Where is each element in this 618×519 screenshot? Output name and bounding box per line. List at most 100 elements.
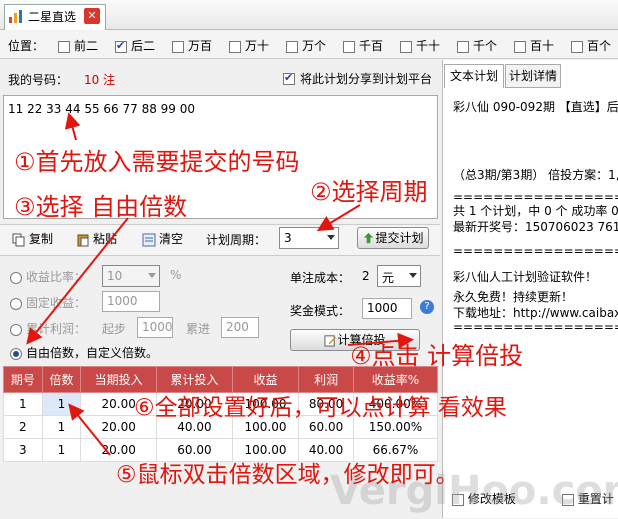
annotation-6: ⑤鼠标双击倍数区域，修改即可。 bbox=[116, 462, 459, 488]
step-label: 累进 bbox=[186, 322, 211, 336]
position-option-1[interactable]: 后二 bbox=[115, 37, 155, 54]
tab-title: 二星直选 bbox=[28, 10, 77, 24]
position-option-label: 百十 bbox=[530, 39, 555, 53]
position-checkbox[interactable] bbox=[115, 39, 127, 53]
unit-value: 元 bbox=[382, 271, 395, 285]
free-label: 自由倍数，自定义倍数。 bbox=[26, 346, 159, 360]
position-option-label: 万百 bbox=[188, 39, 213, 53]
position-checkbox[interactable] bbox=[229, 40, 241, 53]
table-cell: 3 bbox=[3, 438, 43, 462]
plan-text-line: 彩八仙人工计划验证软件！ bbox=[453, 270, 598, 284]
annotation-3: ③选择 自由倍数 bbox=[14, 193, 188, 221]
position-option-label: 万个 bbox=[302, 39, 327, 53]
submit-plan-button[interactable]: 提交计划 bbox=[357, 227, 429, 249]
plan-text-line: =================== bbox=[453, 244, 618, 258]
position-checkbox[interactable] bbox=[286, 40, 298, 53]
position-option-2[interactable]: 万百 bbox=[172, 37, 212, 54]
cumulative-label: 累计利润： bbox=[26, 322, 87, 336]
free-radio[interactable] bbox=[10, 347, 22, 360]
position-checkbox[interactable] bbox=[571, 40, 583, 53]
annotation-2: ②选择周期 bbox=[310, 178, 428, 206]
number-count: 10 注 bbox=[84, 73, 116, 87]
cumulative-option[interactable]: 累计利润： bbox=[10, 320, 86, 337]
close-icon[interactable]: ✕ bbox=[84, 8, 100, 24]
column-header: 期号 bbox=[3, 366, 43, 393]
plan-text-line: 共 1 个计划，中 0 个 成功率 0 bbox=[453, 204, 618, 218]
paste-button[interactable]: 粘贴 bbox=[76, 230, 117, 247]
position-option-0[interactable]: 前二 bbox=[58, 37, 98, 54]
fixed-label: 固定收益： bbox=[26, 296, 87, 310]
chevron-down-icon bbox=[327, 235, 335, 240]
position-option-label: 万十 bbox=[245, 39, 270, 53]
fixed-radio[interactable] bbox=[10, 297, 22, 310]
position-option-label: 千十 bbox=[416, 39, 441, 53]
annotation-5: ⑥全部设置好后，可以点计算 看效果 bbox=[134, 395, 507, 421]
my-numbers-label: 我的号码： bbox=[8, 73, 69, 87]
start-input[interactable]: 1000 bbox=[137, 317, 173, 338]
bonus-input[interactable]: 1000 bbox=[362, 298, 412, 319]
annotation-1: ①首先放入需要提交的号码 bbox=[14, 148, 300, 176]
position-checkbox[interactable] bbox=[58, 40, 70, 53]
ratio-option[interactable]: 收益比率： bbox=[10, 268, 86, 285]
chart-icon bbox=[9, 10, 22, 23]
plan-text-line: 最新开奖号：150706023 7616 bbox=[453, 220, 618, 234]
table-cell: 1 bbox=[3, 392, 43, 416]
chevron-down-icon bbox=[148, 273, 156, 278]
plan-text-line: （总3期/第3期） 倍投方案：1, bbox=[453, 168, 618, 182]
copy-button[interactable]: 复制 bbox=[12, 230, 53, 247]
edit-icon bbox=[324, 335, 337, 347]
position-checkbox[interactable] bbox=[400, 40, 412, 53]
ratio-radio[interactable] bbox=[10, 271, 22, 284]
multiplier-cell[interactable]: 1 bbox=[41, 392, 82, 416]
position-checkbox[interactable] bbox=[172, 40, 184, 53]
ratio-select[interactable]: 10 bbox=[102, 265, 160, 287]
free-option[interactable]: 自由倍数，自定义倍数。 bbox=[10, 344, 158, 361]
position-checkbox[interactable] bbox=[457, 40, 469, 53]
clear-button[interactable]: 清空 bbox=[142, 230, 183, 247]
position-option-5[interactable]: 千百 bbox=[343, 37, 383, 54]
plan-text-line: =================== bbox=[453, 320, 618, 334]
multiplier-cell[interactable]: 1 bbox=[41, 415, 82, 439]
clear-label: 清空 bbox=[159, 232, 184, 246]
position-checkbox[interactable] bbox=[343, 40, 355, 53]
table-cell: 2 bbox=[3, 415, 43, 439]
unit-select[interactable]: 元 bbox=[377, 265, 421, 287]
clear-icon bbox=[142, 233, 156, 246]
multiplier-cell[interactable]: 1 bbox=[41, 438, 82, 462]
position-option-3[interactable]: 万十 bbox=[229, 37, 269, 54]
ratio-value: 10 bbox=[107, 269, 123, 283]
period-label: 计划周期： bbox=[206, 233, 267, 247]
cumulative-radio[interactable] bbox=[10, 323, 22, 336]
tab-text-plan[interactable]: 文本计划 bbox=[444, 64, 504, 88]
share-label: 将此计划分享到计划平台 bbox=[300, 72, 433, 86]
paste-icon bbox=[77, 234, 89, 246]
bonus-label: 奖金模式： bbox=[290, 304, 351, 318]
position-option-6[interactable]: 千十 bbox=[400, 37, 440, 54]
position-option-8[interactable]: 百十 bbox=[514, 37, 554, 54]
submit-label: 提交计划 bbox=[375, 231, 424, 245]
unit-cost-label: 单注成本： bbox=[290, 271, 351, 285]
plan-text-line: 下载地址：http://www.caibaxi bbox=[453, 306, 618, 320]
position-option-9[interactable]: 百个 bbox=[571, 37, 611, 54]
plan-text-line: 彩八仙 090-092期 【直选】后二 bbox=[453, 100, 618, 114]
tab-plan-detail[interactable]: 计划详情 bbox=[505, 64, 561, 88]
share-checkbox[interactable] bbox=[283, 71, 295, 85]
help-icon[interactable]: ? bbox=[420, 300, 434, 314]
step-input[interactable]: 200 bbox=[221, 317, 259, 338]
position-option-label: 百个 bbox=[587, 39, 612, 53]
copy-label: 复制 bbox=[29, 232, 54, 246]
copy-icon bbox=[12, 233, 25, 246]
position-option-label: 前二 bbox=[74, 39, 99, 53]
fixed-input[interactable]: 1000 bbox=[102, 291, 160, 312]
upload-icon bbox=[364, 232, 374, 244]
fixed-option[interactable]: 固定收益： bbox=[10, 294, 86, 311]
chevron-down-icon bbox=[409, 273, 417, 278]
period-select[interactable]: 3 bbox=[279, 227, 339, 249]
column-header: 倍数 bbox=[41, 366, 82, 393]
position-label: 位置： bbox=[8, 39, 45, 53]
position-option-7[interactable]: 千个 bbox=[457, 37, 497, 54]
numbers-content: 11 22 33 44 55 66 77 88 99 00 bbox=[8, 102, 196, 116]
plan-text-line: 永久免费！持续更新！ bbox=[453, 290, 574, 304]
position-checkbox[interactable] bbox=[514, 40, 526, 53]
position-option-4[interactable]: 万个 bbox=[286, 37, 326, 54]
